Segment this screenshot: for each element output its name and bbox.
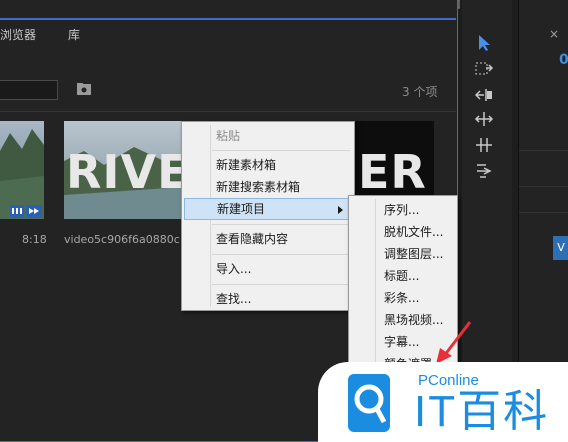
menu-item-paste[interactable]: 粘贴 (184, 125, 352, 147)
menu-item-import[interactable]: 导入... (184, 258, 352, 280)
divider (519, 212, 568, 213)
submenu-item-title[interactable]: 标题... (351, 265, 455, 287)
clip-duration: 8:18 (22, 233, 47, 246)
divider (0, 111, 456, 112)
clip-thumb-title: ER (358, 145, 427, 199)
submenu-arrow-icon (338, 206, 343, 214)
track-target-button[interactable]: V (553, 236, 568, 260)
rolling-edit-tool-icon[interactable] (474, 110, 494, 128)
magnifier-logo-icon (348, 374, 390, 432)
close-icon[interactable]: × (549, 27, 559, 41)
track-select-tool-icon[interactable] (474, 60, 494, 78)
submenu-item-adjustment-layer[interactable]: 调整图层... (351, 243, 455, 265)
pconline-watermark: PConline IT百科 (318, 362, 568, 442)
clip-thumbnail-2[interactable]: RIVE (64, 121, 184, 219)
ripple-edit-tool-icon[interactable] (474, 86, 494, 104)
menu-item-new-item[interactable]: 新建项目 (184, 198, 352, 220)
item-count: 3 个项 (402, 85, 438, 99)
tab-libraries[interactable]: 库 (68, 26, 80, 43)
menu-separator (212, 284, 350, 285)
clip-name: video5c906f6a0880c (64, 233, 180, 246)
submenu-item-bars-tone[interactable]: 彩条... (351, 287, 455, 309)
menu-item-new-search-bin[interactable]: 新建搜索素材箱 (184, 176, 352, 198)
red-arrow-annotation (436, 321, 472, 364)
submenu-item-offline-file[interactable]: 脱机文件... (351, 221, 455, 243)
menu-item-new-bin[interactable]: 新建素材箱 (184, 154, 352, 176)
selection-tool-icon[interactable] (474, 34, 494, 52)
context-menu: 粘贴 新建素材箱 新建搜索素材箱 新建项目 查看隐藏内容 导入... 查找... (181, 121, 355, 311)
tab-media-browser[interactable]: 浏览器 (0, 26, 36, 43)
divider (519, 186, 568, 187)
menu-item-view-hidden[interactable]: 查看隐藏内容 (184, 228, 352, 250)
timecode-value: 0 (559, 52, 568, 68)
panel-tabs: 浏览器 库 (0, 20, 456, 46)
clip-type-badge (10, 205, 42, 217)
menu-separator (212, 224, 350, 225)
submenu-item-sequence[interactable]: 序列... (351, 199, 455, 221)
slip-tool-icon[interactable] (474, 136, 494, 154)
clip-thumb-title: RIVE (66, 145, 184, 199)
menu-separator (212, 254, 350, 255)
menu-item-find[interactable]: 查找... (184, 288, 352, 310)
new-bin-icon[interactable] (76, 82, 92, 96)
search-input[interactable] (0, 80, 58, 100)
rate-stretch-tool-icon[interactable] (474, 162, 494, 180)
menu-item-new-item-label: 新建项目 (217, 202, 266, 216)
divider (519, 150, 568, 151)
menu-separator (212, 150, 350, 151)
watermark-brand: IT百科 (414, 387, 550, 436)
